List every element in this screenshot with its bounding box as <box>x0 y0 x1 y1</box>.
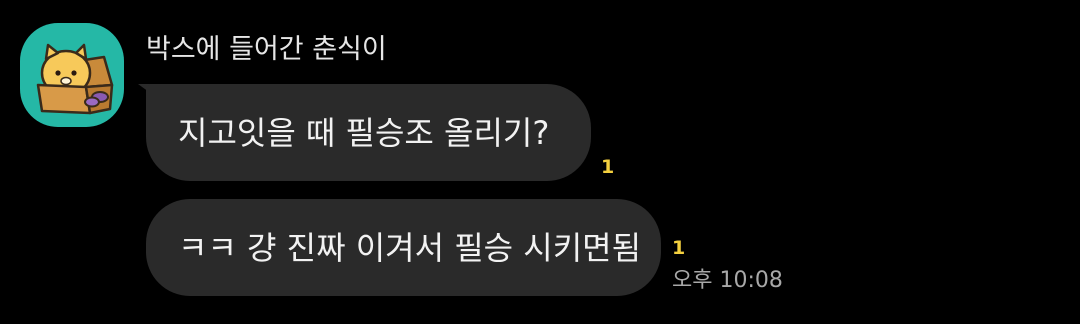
unread-count: 1 <box>672 237 686 259</box>
unread-count: 1 <box>601 156 615 178</box>
avatar[interactable] <box>20 23 124 127</box>
message-text: 지고잇을 때 필승조 올리기? <box>178 113 550 152</box>
message-bubble[interactable]: ㅋㅋ 걍 진짜 이겨서 필승 시키면됨 <box>146 199 661 296</box>
message-text: ㅋㅋ 걍 진짜 이겨서 필승 시키면됨 <box>178 228 642 267</box>
message-timestamp: 오후 10:08 <box>672 268 783 293</box>
sender-name: 박스에 들어간 춘식이 <box>146 34 387 65</box>
message-bubble[interactable]: 지고잇을 때 필승조 올리기? <box>146 84 591 181</box>
cat-in-box-icon <box>36 43 114 115</box>
